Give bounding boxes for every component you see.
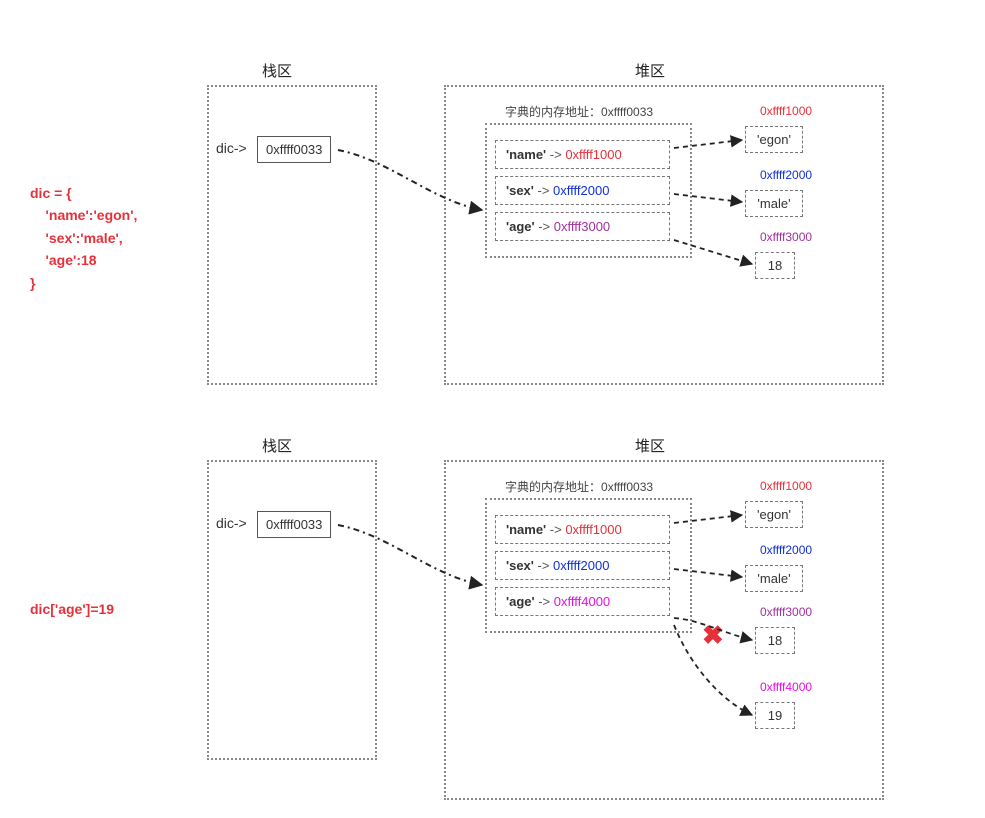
cross-icon: ✖ [702, 620, 724, 651]
dict-entry-name-2: 'name' -> 0xffff1000 [495, 515, 670, 544]
stack-addr-box-2: 0xffff0033 [257, 511, 331, 538]
code-block-1: dic = { 'name':'egon', 'sex':'male', 'ag… [30, 182, 137, 294]
dict-entry-sex-1: 'sex' -> 0xffff2000 [495, 176, 670, 205]
val-box-1-1: 'male' [745, 190, 803, 217]
val-box-2-0: 'egon' [745, 501, 803, 528]
val-box-1-2: 18 [755, 252, 795, 279]
dict-entry-age-2: 'age' -> 0xffff4000 [495, 587, 670, 616]
val-addr-1-2: 0xffff3000 [760, 230, 812, 244]
stack-area-1 [207, 85, 377, 385]
val-addr-2-0: 0xffff1000 [760, 479, 812, 493]
stack-title-2: 栈区 [262, 435, 292, 456]
heap-title-2: 堆区 [635, 435, 665, 456]
val-addr-1-1: 0xffff2000 [760, 168, 812, 182]
val-addr-2-3: 0xffff4000 [760, 680, 812, 694]
heap-title-1: 堆区 [635, 60, 665, 81]
dic-ptr-label-2: dic-> [216, 515, 247, 531]
dict-addr-label-2: 字典的内存地址：0xffff0033 [505, 478, 653, 495]
val-box-2-2: 18 [755, 627, 795, 654]
val-addr-2-1: 0xffff2000 [760, 543, 812, 557]
dict-entry-age-1: 'age' -> 0xffff3000 [495, 212, 670, 241]
stack-addr-box-1: 0xffff0033 [257, 136, 331, 163]
dict-entry-sex-2: 'sex' -> 0xffff2000 [495, 551, 670, 580]
dic-ptr-label-1: dic-> [216, 140, 247, 156]
stack-title-1: 栈区 [262, 60, 292, 81]
val-box-2-3: 19 [755, 702, 795, 729]
dict-container-1: 'name' -> 0xffff1000 'sex' -> 0xffff2000… [485, 123, 692, 258]
code-block-2: dic['age']=19 [30, 598, 114, 620]
dict-addr-label-1: 字典的内存地址：0xffff0033 [505, 103, 653, 120]
val-addr-1-0: 0xffff1000 [760, 104, 812, 118]
dict-container-2: 'name' -> 0xffff1000 'sex' -> 0xffff2000… [485, 498, 692, 633]
val-box-2-1: 'male' [745, 565, 803, 592]
dict-entry-name-1: 'name' -> 0xffff1000 [495, 140, 670, 169]
stack-area-2 [207, 460, 377, 760]
val-box-1-0: 'egon' [745, 126, 803, 153]
val-addr-2-2: 0xffff3000 [760, 605, 812, 619]
